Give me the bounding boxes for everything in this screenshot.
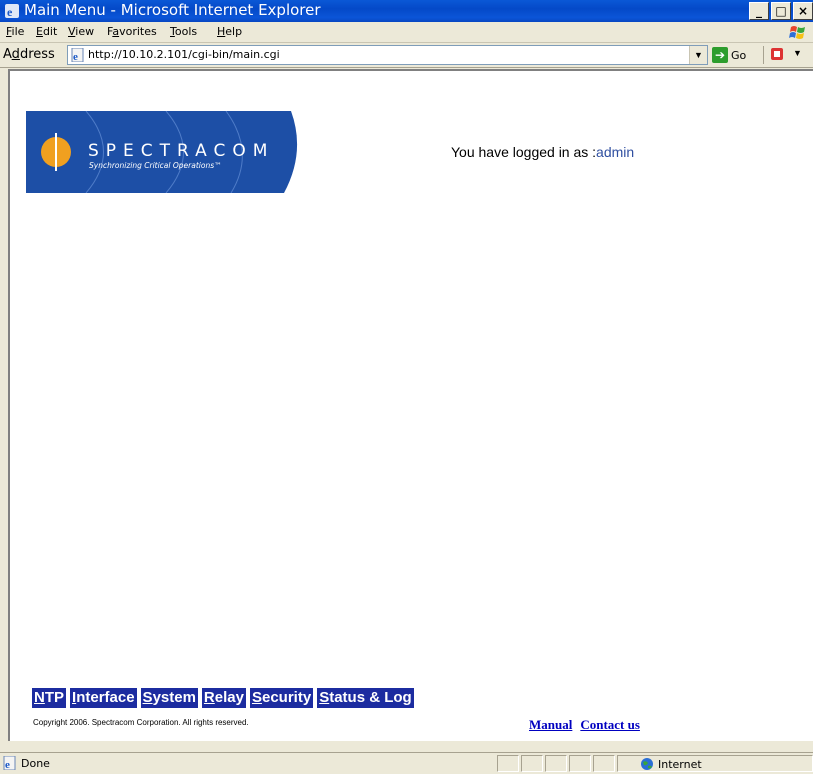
- address-field[interactable]: e http://10.10.2.101/cgi-bin/main.cgi ▼: [67, 45, 708, 65]
- page-icon: e: [71, 48, 84, 62]
- go-button[interactable]: ➔ Go: [712, 46, 746, 64]
- menu-help[interactable]: Help: [217, 25, 242, 38]
- toolbar-separator: [763, 46, 764, 64]
- address-label: Address: [3, 47, 55, 62]
- nav-system[interactable]: System: [140, 688, 198, 708]
- menu-file[interactable]: File: [6, 25, 24, 38]
- svg-text:e: e: [7, 5, 13, 19]
- go-label: Go: [731, 48, 747, 62]
- page-done-icon: e: [3, 756, 16, 770]
- login-status: You have logged in as :admin: [451, 144, 635, 160]
- menu-bar: File Edit View Favorites Tools Help: [0, 22, 813, 43]
- nav-ntp[interactable]: NTP: [32, 688, 67, 708]
- menu-edit[interactable]: Edit: [36, 25, 57, 38]
- status-text: Done: [21, 757, 50, 770]
- contact-us-link[interactable]: Contact us: [580, 717, 640, 733]
- minimize-button[interactable]: _: [749, 2, 769, 20]
- nav-interface[interactable]: Interface: [70, 688, 137, 708]
- copyright-text: Copyright 2006. Spectracom Corporation. …: [33, 718, 249, 727]
- page-content: SPECTRACOM Synchronizing Critical Operat…: [8, 69, 813, 741]
- status-pane: [569, 755, 591, 772]
- status-pane: [593, 755, 615, 772]
- menu-favorites[interactable]: Favorites: [107, 25, 157, 38]
- spectracom-logo: SPECTRACOM Synchronizing Critical Operat…: [26, 111, 298, 193]
- go-arrow-icon: ➔: [712, 47, 728, 63]
- menu-view[interactable]: View: [68, 25, 94, 38]
- close-button[interactable]: ×: [793, 2, 813, 20]
- footer-links: Manual Contact us: [529, 717, 640, 733]
- nav-relay[interactable]: Relay: [201, 688, 246, 708]
- window-title: Main Menu - Microsoft Internet Explorer: [24, 1, 321, 19]
- main-nav: NTP Interface System Relay Security Stat…: [32, 688, 414, 708]
- svg-text:SPECTRACOM: SPECTRACOM: [88, 141, 274, 161]
- svg-text:e: e: [5, 759, 10, 770]
- address-bar: Address e http://10.10.2.101/cgi-bin/mai…: [0, 43, 813, 68]
- menu-tools[interactable]: Tools: [170, 25, 197, 38]
- status-pane: [545, 755, 567, 772]
- nav-status-log[interactable]: Status & Log: [317, 688, 414, 708]
- status-pane: [521, 755, 543, 772]
- addon-dropdown-icon[interactable]: ▼: [793, 48, 802, 58]
- nav-security[interactable]: Security: [249, 688, 314, 708]
- url-text[interactable]: http://10.10.2.101/cgi-bin/main.cgi: [88, 48, 280, 61]
- windows-flag-icon: [789, 26, 805, 39]
- svg-text:Synchronizing Critical Operati: Synchronizing Critical Operations™: [89, 161, 222, 170]
- internet-explorer-icon: e: [5, 4, 19, 19]
- maximize-button[interactable]: □: [771, 2, 791, 20]
- username: admin: [596, 144, 635, 160]
- globe-icon: [641, 758, 653, 770]
- address-dropdown-icon[interactable]: ▼: [689, 46, 707, 64]
- addon-icon[interactable]: [770, 47, 784, 61]
- manual-link[interactable]: Manual: [529, 717, 572, 733]
- security-zone: Internet: [640, 757, 702, 771]
- status-bar: e Done Internet: [0, 752, 813, 774]
- svg-text:e: e: [73, 51, 78, 62]
- status-pane: [497, 755, 519, 772]
- zone-label: Internet: [658, 757, 702, 771]
- window-title-bar[interactable]: e Main Menu - Microsoft Internet Explore…: [0, 0, 813, 22]
